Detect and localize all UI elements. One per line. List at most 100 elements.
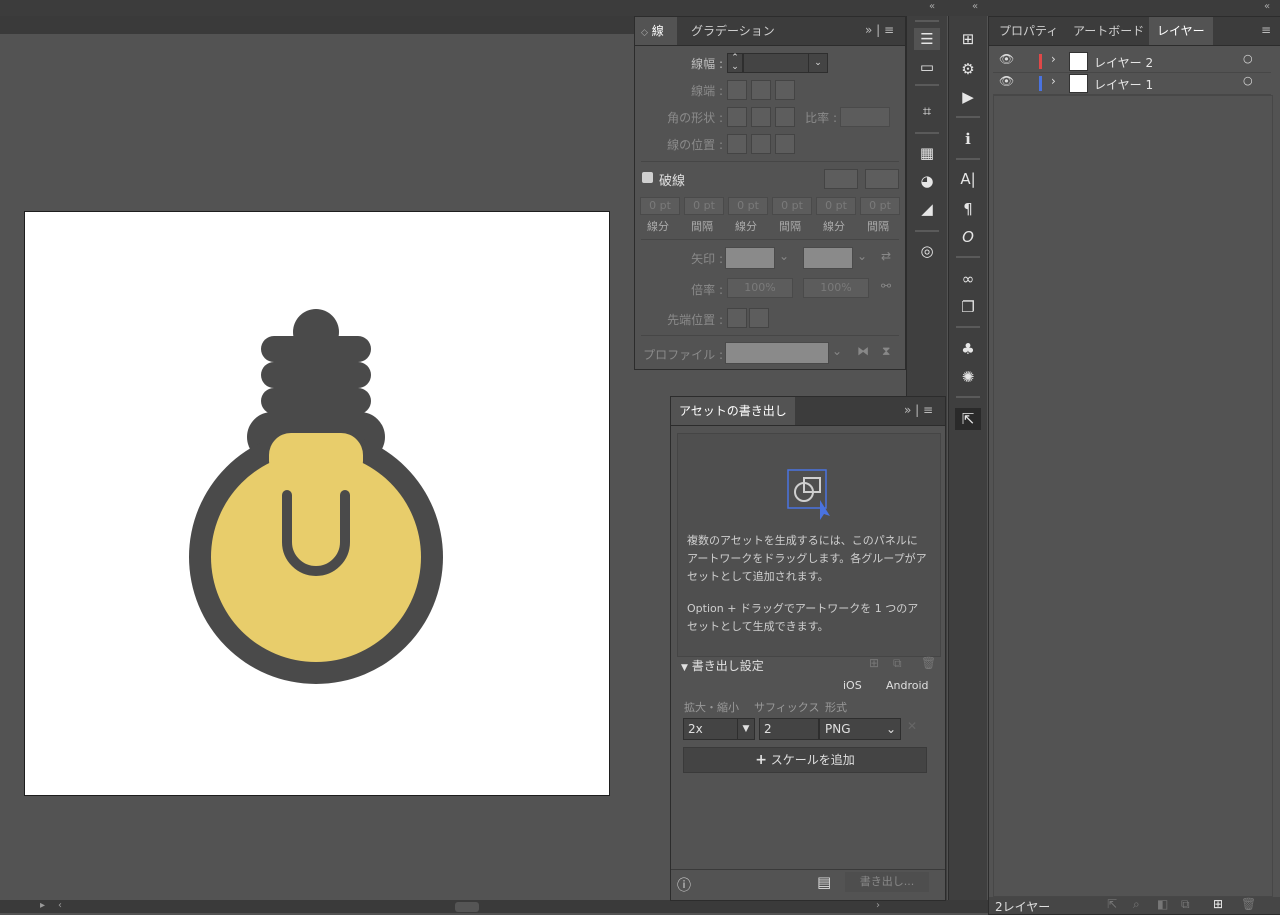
artboard[interactable] bbox=[24, 211, 610, 796]
gap-input[interactable]: 0 pt bbox=[684, 197, 724, 215]
round-join-button[interactable] bbox=[751, 107, 771, 127]
info-icon[interactable]: ⓘ bbox=[677, 875, 691, 895]
play-icon[interactable]: ▸ bbox=[40, 900, 45, 911]
start-scale-input[interactable]: 100% bbox=[727, 278, 793, 298]
flip-horizontal-icon[interactable]: ⧓ bbox=[857, 344, 869, 358]
add-scale-button[interactable]: + スケールを追加 bbox=[683, 747, 927, 773]
link-scale-icon[interactable]: ⚯ bbox=[881, 279, 891, 293]
lightbulb-artwork[interactable] bbox=[25, 212, 609, 795]
tip-place-button[interactable] bbox=[749, 308, 769, 328]
artboards-panel-icon[interactable]: ❐ bbox=[955, 296, 981, 318]
tab-layers[interactable]: レイヤー bbox=[1149, 17, 1213, 45]
new-sublayer-icon[interactable]: ⧉ bbox=[1181, 897, 1190, 912]
panel-menu-icon[interactable]: ≡ bbox=[1261, 23, 1271, 37]
scale-input[interactable]: 2x bbox=[683, 718, 739, 740]
clipping-mask-icon[interactable]: ◧ bbox=[1157, 897, 1168, 911]
horizontal-scrollbar-thumb[interactable] bbox=[455, 902, 479, 912]
collapse-panels-icon[interactable]: « bbox=[972, 1, 978, 12]
format-dropdown[interactable]: PNG ⌄ bbox=[819, 718, 901, 740]
swap-arrows-icon[interactable]: ⇄ bbox=[881, 249, 891, 263]
eye-icon[interactable]: 👁 bbox=[999, 52, 1014, 66]
paragraph-panel-icon[interactable]: ¶ bbox=[955, 198, 981, 220]
tab-artboards[interactable]: アートボード bbox=[1065, 17, 1152, 45]
new-layer-icon[interactable]: ⊞ bbox=[1213, 897, 1223, 911]
eye-icon[interactable]: 👁 bbox=[999, 74, 1014, 88]
tab-asset-export[interactable]: アセットの書き出し bbox=[671, 397, 795, 425]
align-panel-icon[interactable]: ⊞ bbox=[955, 28, 981, 50]
chevron-down-icon[interactable]: ⌄ bbox=[857, 249, 867, 263]
gap-input[interactable]: 0 pt bbox=[772, 197, 812, 215]
chevron-down-icon[interactable]: ⌄ bbox=[779, 249, 789, 263]
preset-android-button[interactable]: Android bbox=[886, 679, 929, 692]
info-panel-icon[interactable]: ℹ bbox=[955, 128, 981, 150]
gradient-panel-icon[interactable]: ▭ bbox=[914, 56, 940, 78]
color-panel-icon[interactable]: ◢ bbox=[914, 198, 940, 220]
trash-icon[interactable]: 🗑 bbox=[1241, 897, 1256, 911]
layer-name[interactable]: レイヤー 2 bbox=[1094, 54, 1153, 71]
expand-layer-icon[interactable]: › bbox=[1051, 74, 1056, 88]
actions-play-icon[interactable]: ▶ bbox=[955, 86, 981, 108]
appearance-panel-icon[interactable]: ◎ bbox=[914, 240, 940, 262]
symbols-panel-icon[interactable]: ♣ bbox=[955, 338, 981, 360]
align-inside-button[interactable] bbox=[751, 134, 771, 154]
profile-dropdown[interactable] bbox=[725, 342, 829, 364]
bevel-join-button[interactable] bbox=[775, 107, 795, 127]
export-list-icon[interactable]: ▤ bbox=[817, 873, 831, 891]
scale-dropdown[interactable]: ▼ bbox=[737, 718, 755, 740]
links-panel-icon[interactable]: ∞ bbox=[955, 268, 981, 290]
tab-properties[interactable]: プロパティ bbox=[991, 17, 1066, 45]
tip-extend-button[interactable] bbox=[727, 308, 747, 328]
gap-input[interactable]: 0 pt bbox=[860, 197, 900, 215]
miter-ratio-input[interactable] bbox=[840, 107, 890, 127]
stroke-weight-dropdown[interactable]: ⌄ bbox=[808, 53, 828, 73]
opentype-panel-icon[interactable]: O bbox=[955, 226, 981, 248]
dash-input[interactable]: 0 pt bbox=[640, 197, 680, 215]
brushes-panel-icon[interactable]: ✺ bbox=[955, 366, 981, 388]
end-scale-input[interactable]: 100% bbox=[803, 278, 869, 298]
panel-menu-icon[interactable]: » | ≡ bbox=[904, 403, 933, 417]
expand-layer-icon[interactable]: › bbox=[1051, 52, 1056, 66]
swatches-panel-icon[interactable]: ▦ bbox=[914, 142, 940, 164]
chevron-down-icon[interactable]: ⌄ bbox=[832, 344, 842, 358]
asset-drop-zone[interactable]: 複数のアセットを生成するには、このパネルに アートワークをドラッグします。各グル… bbox=[677, 433, 941, 657]
scroll-left-icon[interactable]: ‹ bbox=[58, 900, 62, 911]
layer-row[interactable]: 👁 › レイヤー 2 ○ bbox=[993, 51, 1271, 73]
dash-align-button[interactable] bbox=[865, 169, 899, 189]
dash-input[interactable]: 0 pt bbox=[816, 197, 856, 215]
duplicate-icon[interactable]: ⧉ bbox=[893, 656, 902, 671]
stroke-panel-icon[interactable]: ☰ bbox=[914, 28, 940, 50]
transform-panel-icon[interactable]: ⌗ bbox=[914, 100, 940, 122]
projecting-cap-button[interactable] bbox=[775, 80, 795, 100]
export-settings-toggle[interactable]: ▼ 書き出し設定 bbox=[681, 657, 764, 674]
character-panel-icon[interactable]: A| bbox=[955, 168, 981, 190]
trash-icon[interactable]: 🗑 bbox=[921, 656, 936, 670]
layer-row[interactable]: 👁 › レイヤー 1 ○ bbox=[993, 73, 1271, 95]
align-outside-button[interactable] bbox=[775, 134, 795, 154]
stroke-weight-stepper[interactable]: ⌃ ⌄ bbox=[727, 53, 743, 73]
miter-join-button[interactable] bbox=[727, 107, 747, 127]
tab-stroke[interactable]: ◇ 線 bbox=[635, 17, 677, 45]
end-arrow-dropdown[interactable] bbox=[803, 247, 853, 269]
start-arrow-dropdown[interactable] bbox=[725, 247, 775, 269]
dashed-line-checkbox[interactable] bbox=[642, 172, 653, 183]
export-icon[interactable]: ⇱ bbox=[1107, 897, 1117, 911]
dash-preserve-button[interactable] bbox=[824, 169, 858, 189]
dash-input[interactable]: 0 pt bbox=[728, 197, 768, 215]
collapse-panels-icon[interactable]: « bbox=[929, 1, 935, 12]
layer-name[interactable]: レイヤー 1 bbox=[1094, 76, 1153, 93]
stroke-weight-input[interactable] bbox=[743, 53, 809, 73]
remove-scale-icon[interactable]: ✕ bbox=[907, 719, 917, 733]
butt-cap-button[interactable] bbox=[727, 80, 747, 100]
layers-list-area[interactable] bbox=[993, 95, 1273, 897]
target-circle-icon[interactable]: ○ bbox=[1243, 52, 1253, 65]
collapse-panels-icon[interactable]: « bbox=[1264, 1, 1270, 12]
suffix-input[interactable]: 2 bbox=[759, 718, 819, 740]
add-preset-icon[interactable]: ⊞ bbox=[869, 656, 879, 670]
flip-vertical-icon[interactable]: ⧗ bbox=[882, 344, 890, 359]
export-button[interactable]: 書き出し... bbox=[845, 872, 929, 892]
preset-ios-button[interactable]: iOS bbox=[843, 679, 862, 692]
color-guide-icon[interactable]: ◕ bbox=[914, 170, 940, 192]
actions-settings-icon[interactable]: ⚙ bbox=[955, 58, 981, 80]
target-circle-icon[interactable]: ○ bbox=[1243, 74, 1253, 87]
asset-export-panel-icon[interactable]: ⇱ bbox=[955, 408, 981, 430]
